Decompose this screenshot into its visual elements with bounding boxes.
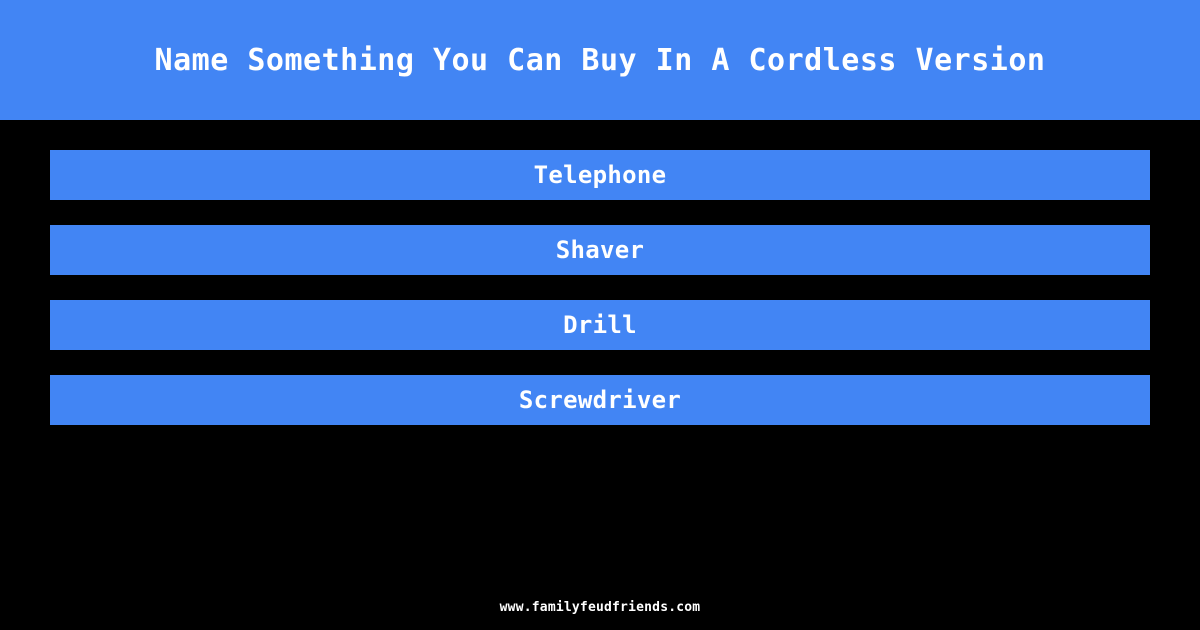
page-title: Name Something You Can Buy In A Cordless… xyxy=(154,42,1046,78)
question-header: Name Something You Can Buy In A Cordless… xyxy=(0,0,1200,120)
footer: www.familyfeudfriends.com xyxy=(0,596,1200,615)
answer-list: Telephone Shaver Drill Screwdriver xyxy=(0,120,1200,630)
answer-label-2: Shaver xyxy=(555,236,645,264)
answer-row-2[interactable]: Shaver xyxy=(50,225,1150,275)
family-feud-answer-board: Name Something You Can Buy In A Cordless… xyxy=(0,0,1200,630)
answer-row-1[interactable]: Telephone xyxy=(50,150,1150,200)
answer-label-3: Drill xyxy=(563,311,637,339)
answer-row-4[interactable]: Screwdriver xyxy=(50,375,1150,425)
answer-label-4: Screwdriver xyxy=(518,386,682,414)
answer-label-1: Telephone xyxy=(533,161,667,189)
answer-row-3[interactable]: Drill xyxy=(50,300,1150,350)
site-url: www.familyfeudfriends.com xyxy=(499,600,701,615)
